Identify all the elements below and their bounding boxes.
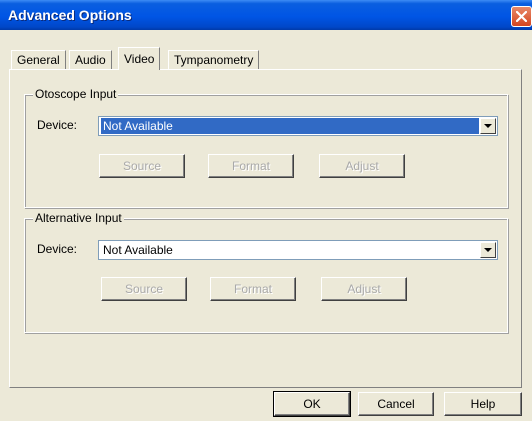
otoscope-adjust-button[interactable]: Adjust [319, 154, 405, 178]
dialog-body: General Audio Video Tympanometry Otoscop… [0, 30, 532, 421]
otoscope-input-group: Otoscope Input Device: Not Available Sou… [24, 87, 508, 208]
alternative-format-button[interactable]: Format [210, 277, 296, 301]
otoscope-device-label: Device: [37, 118, 78, 132]
close-button[interactable] [511, 6, 532, 27]
cancel-button[interactable]: Cancel [358, 392, 434, 416]
chevron-down-icon [484, 248, 492, 252]
chevron-down-icon [484, 124, 492, 128]
alternative-input-group: Alternative Input Device: Not Available … [24, 211, 508, 333]
tab-general[interactable]: General [11, 50, 66, 69]
title-bar[interactable]: Advanced Options [0, 0, 532, 30]
tab-audio[interactable]: Audio [69, 50, 112, 69]
alternative-device-value: Not Available [103, 243, 173, 257]
alternative-device-select[interactable]: Not Available [98, 240, 498, 260]
ok-button[interactable]: OK [273, 391, 351, 417]
otoscope-device-value: Not Available [101, 118, 479, 134]
tab-tympanometry[interactable]: Tympanometry [168, 50, 260, 69]
alternative-device-label: Device: [37, 242, 78, 256]
alternative-adjust-button[interactable]: Adjust [321, 277, 407, 301]
window-title: Advanced Options [8, 7, 132, 23]
otoscope-format-button[interactable]: Format [208, 154, 294, 178]
advanced-options-window: Advanced Options General Audio Video Tym… [0, 0, 532, 421]
help-button[interactable]: Help [444, 392, 522, 416]
tab-video[interactable]: Video [118, 47, 161, 70]
close-icon [516, 11, 527, 22]
otoscope-dropdown-button[interactable] [480, 118, 496, 134]
otoscope-input-legend: Otoscope Input [33, 87, 119, 101]
alternative-dropdown-button[interactable] [480, 242, 496, 258]
video-tab-panel: Otoscope Input Device: Not Available Sou… [9, 69, 522, 388]
otoscope-device-select[interactable]: Not Available [98, 116, 498, 136]
otoscope-source-button[interactable]: Source [99, 154, 185, 178]
alternative-source-button[interactable]: Source [101, 277, 187, 301]
alternative-input-legend: Alternative Input [33, 211, 124, 225]
